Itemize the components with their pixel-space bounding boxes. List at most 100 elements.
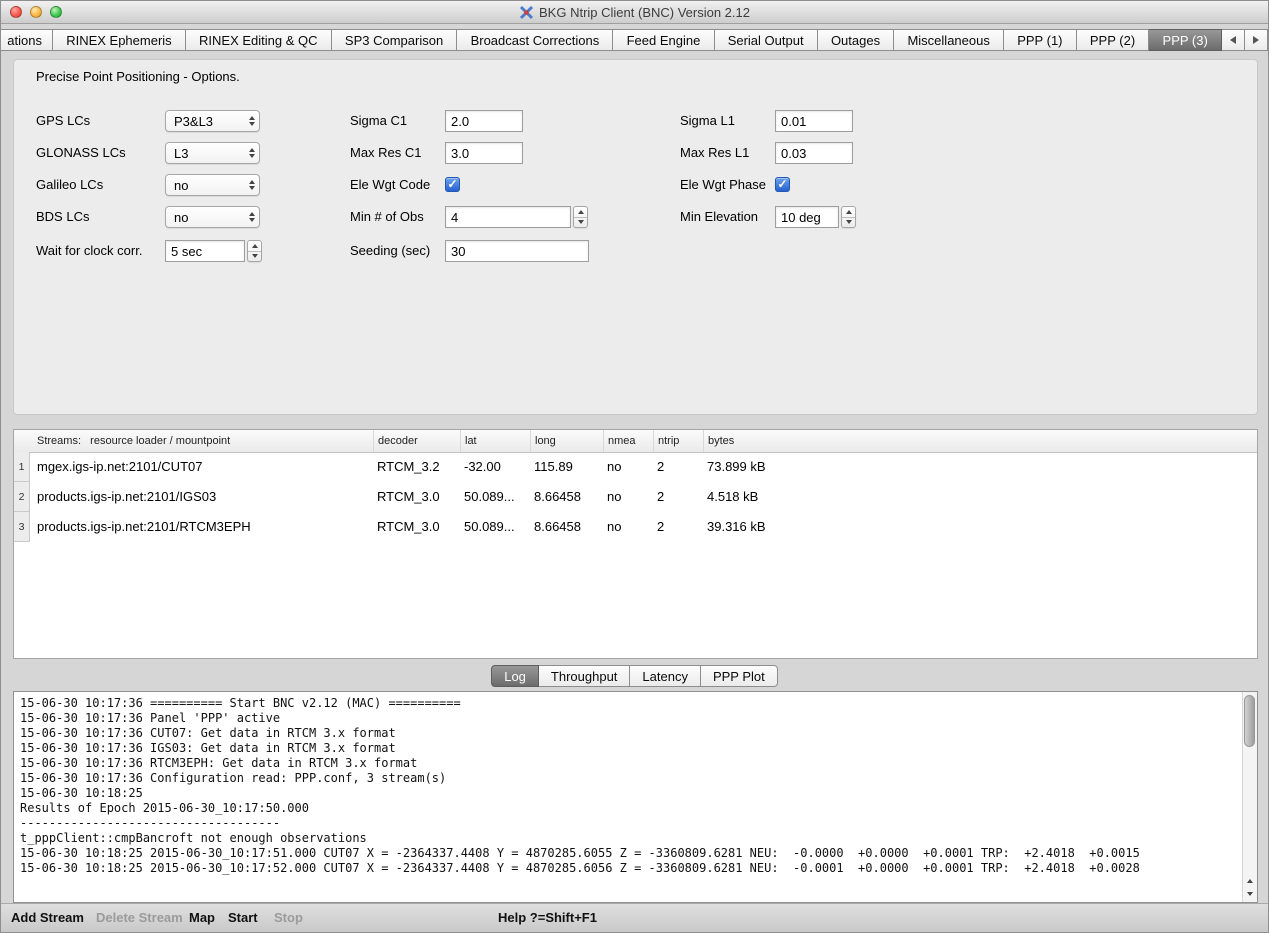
header-bytes: bytes	[704, 430, 1257, 452]
add-stream-button[interactable]: Add Stream	[11, 904, 84, 932]
bds-lcs-select[interactable]: no	[165, 206, 260, 228]
app-icon	[519, 5, 534, 20]
wait-clock-input[interactable]	[165, 240, 245, 262]
scrollbar-thumb[interactable]	[1244, 695, 1255, 747]
bds-lcs-value: no	[174, 210, 188, 225]
cell-bytes: 39.316 kB	[707, 512, 766, 542]
view-tab-ppp-plot[interactable]: PPP Plot	[701, 665, 778, 687]
cell-long: 115.89	[534, 452, 573, 482]
log-line: 15-06-30 10:18:25	[20, 786, 1237, 801]
sigma-c1-label: Sigma C1	[350, 110, 407, 132]
log-line: Results of Epoch 2015-06-30_10:17:50.000	[20, 801, 1237, 816]
log-line: 15-06-30 10:18:25 2015-06-30_10:17:52.00…	[20, 861, 1237, 876]
gps-lcs-value: P3&L3	[174, 114, 213, 129]
log-scrollbar[interactable]	[1242, 692, 1257, 902]
chevron-right-icon	[1253, 36, 1259, 44]
tab-miscellaneous[interactable]: Miscellaneous	[894, 29, 1004, 51]
cell-lat: 50.089...	[464, 482, 515, 512]
ppp-options-panel: Precise Point Positioning - Options. GPS…	[13, 59, 1258, 415]
view-tab-log[interactable]: Log	[491, 665, 539, 687]
cell-decoder: RTCM_3.0	[377, 512, 440, 542]
tab-serial-output[interactable]: Serial Output	[715, 29, 818, 51]
map-button[interactable]: Map	[189, 904, 215, 932]
updown-arrows-icon	[245, 148, 255, 158]
table-row[interactable]: 2 products.igs-ip.net:2101/IGS03 RTCM_3.…	[14, 482, 1257, 512]
tab-outages[interactable]: Outages	[818, 29, 895, 51]
delete-stream-button: Delete Stream	[96, 904, 183, 932]
cell-long: 8.66458	[534, 482, 581, 512]
help-shortcut-label: Help ?=Shift+F1	[498, 904, 597, 932]
tab-bar: ations RINEX Ephemeris RINEX Editing & Q…	[1, 23, 1268, 57]
scroll-up-button[interactable]	[1243, 874, 1257, 887]
cell-nmea: no	[607, 452, 621, 482]
minimize-window-button[interactable]	[30, 6, 42, 18]
table-row[interactable]: 1 mgex.igs-ip.net:2101/CUT07 RTCM_3.2 -3…	[14, 452, 1257, 482]
tab-ppp-3[interactable]: PPP (3)	[1149, 29, 1222, 51]
log-lines: 15-06-30 10:17:36 ========== Start BNC v…	[20, 696, 1237, 876]
log-line: 15-06-30 10:17:36 Panel 'PPP' active	[20, 711, 1237, 726]
min-obs-stepper[interactable]	[573, 206, 588, 228]
chevron-left-icon	[1230, 36, 1236, 44]
app-window: BKG Ntrip Client (BNC) Version 2.12 atio…	[0, 0, 1269, 933]
max-res-l1-input[interactable]	[775, 142, 853, 164]
tab-scroll-right-button[interactable]	[1245, 29, 1268, 51]
sigma-l1-input[interactable]	[775, 110, 853, 132]
wait-clock-stepper[interactable]	[247, 240, 262, 262]
ele-wgt-code-label: Ele Wgt Code	[350, 174, 430, 196]
tab-broadcast-corrections[interactable]: Broadcast Corrections	[457, 29, 613, 51]
min-obs-label: Min # of Obs	[350, 206, 424, 228]
seeding-label: Seeding (sec)	[350, 240, 430, 262]
tab-strip: ations RINEX Ephemeris RINEX Editing & Q…	[1, 29, 1222, 51]
tab-sp3-comparison[interactable]: SP3 Comparison	[332, 29, 458, 51]
window-title-area: BKG Ntrip Client (BNC) Version 2.12	[519, 5, 750, 20]
wait-clock-label: Wait for clock corr.	[36, 240, 142, 262]
header-long: long	[531, 430, 604, 452]
seeding-input[interactable]	[445, 240, 589, 262]
max-res-c1-input[interactable]	[445, 142, 523, 164]
cell-bytes: 4.518 kB	[707, 482, 758, 512]
tab-rinex-ephemeris[interactable]: RINEX Ephemeris	[53, 29, 186, 51]
log-line: 15-06-30 10:17:36 ========== Start BNC v…	[20, 696, 1237, 711]
zoom-window-button[interactable]	[50, 6, 62, 18]
tab-observations[interactable]: ations	[1, 29, 53, 51]
ele-wgt-phase-label: Ele Wgt Phase	[680, 174, 766, 196]
log-panel: 15-06-30 10:17:36 ========== Start BNC v…	[13, 691, 1258, 903]
ele-wgt-code-checkbox[interactable]	[445, 177, 460, 192]
glonass-lcs-select[interactable]: L3	[165, 142, 260, 164]
start-button[interactable]: Start	[228, 904, 258, 932]
view-tab-throughput[interactable]: Throughput	[539, 665, 631, 687]
cell-nmea: no	[607, 512, 621, 542]
log-line: 15-06-30 10:17:36 Configuration read: PP…	[20, 771, 1237, 786]
scroll-down-button[interactable]	[1243, 887, 1257, 900]
cell-nmea: no	[607, 482, 621, 512]
gps-lcs-select[interactable]: P3&L3	[165, 110, 260, 132]
traffic-lights	[10, 6, 62, 18]
row-number: 3	[14, 512, 30, 542]
galileo-lcs-label: Galileo LCs	[36, 174, 103, 196]
galileo-lcs-select[interactable]: no	[165, 174, 260, 196]
tab-rinex-editing-qc[interactable]: RINEX Editing & QC	[186, 29, 332, 51]
table-row[interactable]: 3 products.igs-ip.net:2101/RTCM3EPH RTCM…	[14, 512, 1257, 542]
max-res-l1-label: Max Res L1	[680, 142, 749, 164]
tab-scroll-left-button[interactable]	[1222, 29, 1245, 51]
view-tab-latency[interactable]: Latency	[630, 665, 701, 687]
updown-arrows-icon	[245, 212, 255, 222]
tab-feed-engine[interactable]: Feed Engine	[613, 29, 714, 51]
min-elevation-input[interactable]	[775, 206, 839, 228]
action-bar: Add Stream Delete Stream Map Start Stop …	[1, 903, 1268, 932]
updown-arrows-icon	[245, 180, 255, 190]
cell-mountpoint: mgex.igs-ip.net:2101/CUT07	[37, 452, 202, 482]
panel-heading: Precise Point Positioning - Options.	[36, 69, 240, 84]
window-title: BKG Ntrip Client (BNC) Version 2.12	[539, 5, 750, 20]
sigma-c1-input[interactable]	[445, 110, 523, 132]
tab-ppp-1[interactable]: PPP (1)	[1004, 29, 1077, 51]
gps-lcs-label: GPS LCs	[36, 110, 90, 132]
ele-wgt-phase-checkbox[interactable]	[775, 177, 790, 192]
close-window-button[interactable]	[10, 6, 22, 18]
min-elevation-stepper[interactable]	[841, 206, 856, 228]
min-obs-input[interactable]	[445, 206, 571, 228]
scrollbar-arrows	[1243, 874, 1257, 900]
tab-ppp-2[interactable]: PPP (2)	[1077, 29, 1150, 51]
cell-lat: -32.00	[464, 452, 501, 482]
cell-bytes: 73.899 kB	[707, 452, 766, 482]
